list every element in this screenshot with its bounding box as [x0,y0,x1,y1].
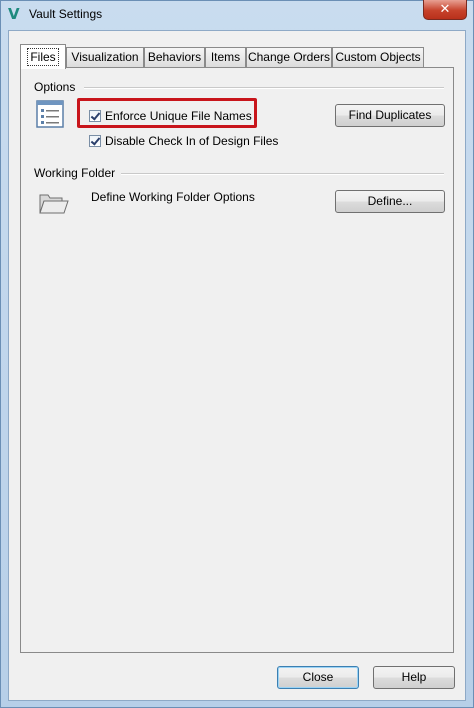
tab-change-orders[interactable]: Change Orders [246,47,332,67]
options-divider [84,87,444,89]
vault-v-icon: V [8,5,20,23]
tab-custom-objects[interactable]: Custom Objects [332,47,424,67]
enforce-unique-label: Enforce Unique File Names [105,109,252,123]
help-button[interactable]: Help [373,666,455,689]
working-folder-group-label: Working Folder [34,166,116,180]
window-title: Vault Settings [29,7,103,21]
tab-behaviors[interactable]: Behaviors [144,47,205,67]
close-icon: ✕ [439,1,451,16]
folder-open-icon [38,191,70,215]
close-button[interactable]: Close [277,666,359,689]
list-settings-icon [36,100,64,128]
files-tab-panel [20,67,454,653]
tab-visualization[interactable]: Visualization [66,47,144,67]
options-group-label: Options [34,80,76,94]
dialog-client-area: Files Visualization Behaviors Items Chan… [8,30,466,701]
vault-settings-window: V Vault Settings ✕ Files Visualization B… [0,0,474,708]
title-bar[interactable]: V Vault Settings ✕ [1,0,473,29]
define-button[interactable]: Define... [335,190,445,213]
disable-checkin-label: Disable Check In of Design Files [105,134,279,148]
working-folder-divider [121,173,444,175]
disable-checkin-checkbox[interactable] [89,135,101,147]
working-folder-description: Define Working Folder Options [91,190,255,204]
window-close-button[interactable]: ✕ [423,0,467,20]
find-duplicates-button[interactable]: Find Duplicates [335,104,445,127]
enforce-unique-checkbox[interactable] [89,110,101,122]
tab-items[interactable]: Items [205,47,246,67]
tab-files[interactable]: Files [20,44,66,69]
